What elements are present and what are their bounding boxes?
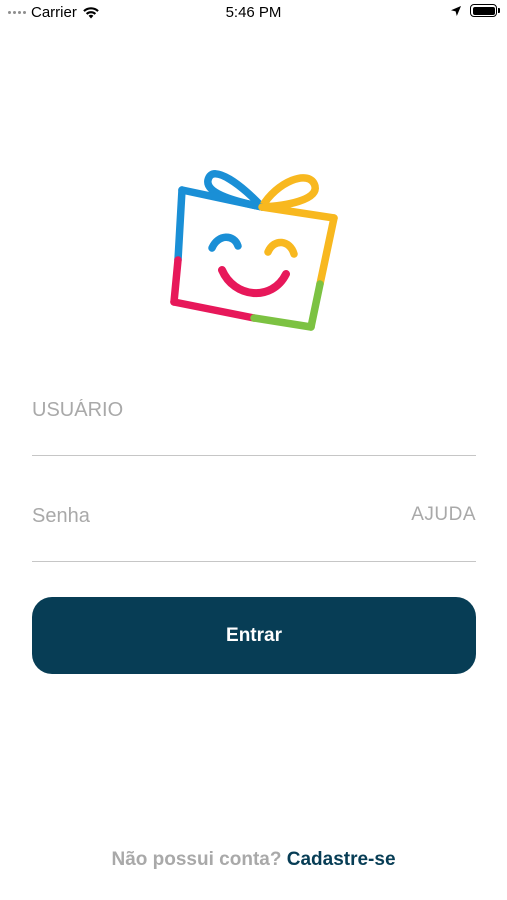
logo-bottom-edge-left bbox=[170, 298, 258, 322]
location-arrow-icon bbox=[451, 5, 461, 16]
logo-left-edge-upper bbox=[174, 186, 186, 264]
logo-left-edge-lower bbox=[170, 256, 182, 306]
login-button[interactable]: Entrar bbox=[32, 597, 476, 674]
logo-smile bbox=[218, 266, 290, 297]
password-field: AJUDA bbox=[32, 502, 476, 562]
signup-prompt-text: Não possui conta? bbox=[111, 849, 282, 870]
password-input[interactable] bbox=[32, 502, 372, 530]
status-bar: Carrier 5:46 PM bbox=[0, 0, 507, 28]
logo-top-right-edge bbox=[258, 203, 338, 222]
logo-bottom-edge-right bbox=[250, 314, 315, 331]
logo-eye-right bbox=[264, 238, 298, 258]
help-link[interactable]: AJUDA bbox=[411, 504, 476, 526]
signup-prompt: Não possui conta? Cadastre-se bbox=[0, 849, 507, 871]
username-input[interactable] bbox=[32, 396, 476, 424]
signup-link[interactable]: Cadastre-se bbox=[287, 849, 396, 870]
gift-logo-icon bbox=[170, 170, 338, 331]
logo-bow-right bbox=[258, 174, 319, 211]
logo-eye-left bbox=[208, 233, 242, 252]
battery-icon bbox=[470, 4, 500, 17]
logo-right-edge-lower bbox=[307, 280, 324, 331]
status-time: 5:46 PM bbox=[225, 4, 282, 21]
status-bar-right bbox=[450, 4, 500, 17]
username-field bbox=[32, 396, 476, 456]
logo-right-edge-upper bbox=[316, 214, 338, 288]
